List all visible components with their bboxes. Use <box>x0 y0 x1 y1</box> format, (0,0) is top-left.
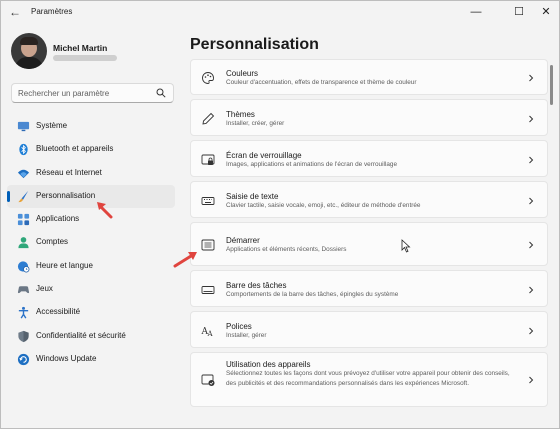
device-usage-icon <box>201 374 215 386</box>
sidebar-item-reseau[interactable]: Réseau et Internet <box>7 162 175 185</box>
sidebar-item-comptes[interactable]: Comptes <box>7 231 175 254</box>
card-description: Couleur d'accentuation, effets de transp… <box>226 79 417 86</box>
chevron-right-icon <box>529 286 534 294</box>
bluetooth-icon <box>19 144 28 156</box>
card-description: Sélectionnez toutes les façons dont vous… <box>226 370 510 387</box>
setting-card-utilisation-appareils[interactable]: Utilisation des appareils Sélectionnez t… <box>190 352 548 407</box>
page-title: Personnalisation <box>190 36 319 53</box>
apps-icon <box>17 214 30 226</box>
card-title: Polices <box>226 322 252 331</box>
setting-card-barre-taches[interactable]: Barre des tâches Comportements de la bar… <box>190 270 548 307</box>
avatar <box>11 33 47 69</box>
chevron-right-icon <box>529 241 534 249</box>
monitor-icon <box>17 121 30 132</box>
update-icon <box>17 353 30 366</box>
sidebar-item-personnalisation[interactable]: Personnalisation <box>7 184 175 209</box>
close-icon[interactable]: ✕ <box>531 3 559 21</box>
card-description: Images, applications et animations de l'… <box>226 161 398 168</box>
chevron-right-icon <box>529 115 534 123</box>
chevron-right-icon <box>529 197 534 205</box>
search-box[interactable] <box>11 83 174 103</box>
sidebar-item-label: Accessibilité <box>36 307 81 317</box>
setting-card-ecran-verrouillage[interactable]: Écran de verrouillage Images, applicatio… <box>190 140 548 177</box>
user-name: Michel Martin <box>53 43 108 53</box>
sidebar-item-accessibilite[interactable]: Accessibilité <box>7 301 175 324</box>
card-title: Saisie de texte <box>226 192 279 201</box>
mouse-cursor-icon <box>401 239 411 253</box>
minimize-icon[interactable]: — <box>461 3 491 21</box>
setting-card-demarrer[interactable]: Démarrer Applications et éléments récent… <box>190 222 548 266</box>
sidebar-item-applications[interactable]: Applications <box>7 208 175 231</box>
sidebar-item-jeux[interactable]: Jeux <box>7 278 175 301</box>
back-arrow-icon[interactable]: ← <box>8 5 22 19</box>
shield-icon <box>18 330 29 342</box>
sidebar-item-label: Comptes <box>36 237 69 247</box>
title-bar: ← Paramètres — ☐ ✕ <box>1 1 559 23</box>
palette-icon <box>202 72 214 84</box>
svg-text:A: A <box>207 330 214 338</box>
user-email-redacted <box>53 55 117 61</box>
gamepad-icon <box>17 286 30 294</box>
setting-card-themes[interactable]: Thèmes Installer, créer, gérer <box>190 99 548 136</box>
sidebar-item-label: Applications <box>36 214 80 224</box>
chevron-right-icon <box>529 376 534 384</box>
taskbar-icon <box>201 286 215 294</box>
keyboard-icon <box>201 197 215 205</box>
maximize-icon[interactable]: ☐ <box>504 3 534 21</box>
annotation-arrow-icon <box>173 252 197 268</box>
settings-window: ← Paramètres — ☐ ✕ Michel Martin Système <box>0 0 560 429</box>
app-title: Paramètres <box>31 7 73 16</box>
user-profile[interactable]: Michel Martin <box>11 33 181 73</box>
globe-clock-icon <box>17 261 30 273</box>
sidebar-nav: Système Bluetooth et appareils Réseau et… <box>7 115 175 371</box>
wifi-icon <box>17 169 30 178</box>
chevron-right-icon <box>529 327 534 335</box>
sidebar-item-label: Confidentialité et sécurité <box>36 330 126 340</box>
sidebar-item-bluetooth[interactable]: Bluetooth et appareils <box>7 138 175 161</box>
person-icon <box>18 237 29 249</box>
card-description: Installer, gérer <box>226 332 267 339</box>
sidebar-item-label: Heure et langue <box>36 260 93 270</box>
settings-list: Couleurs Couleur d'accentuation, effets … <box>190 59 548 409</box>
card-title: Couleurs <box>226 69 259 78</box>
card-title: Barre des tâches <box>226 281 287 290</box>
search-input[interactable] <box>18 87 153 100</box>
card-title: Utilisation des appareils <box>226 360 311 369</box>
sidebar-item-label: Jeux <box>36 284 53 294</box>
sidebar-item-label: Système <box>36 121 68 130</box>
setting-card-saisie-texte[interactable]: Saisie de texte Clavier tactile, saisie … <box>190 181 548 218</box>
chevron-right-icon <box>529 156 534 164</box>
fonts-icon: A A <box>201 327 214 338</box>
card-title: Démarrer <box>226 236 260 245</box>
accessibility-icon <box>18 307 29 319</box>
card-description: Comportements de la barre des tâches, ép… <box>226 291 399 298</box>
selection-indicator <box>7 190 10 202</box>
sidebar-item-heure-langue[interactable]: Heure et langue <box>7 255 175 278</box>
sidebar-item-label: Réseau et Internet <box>36 167 102 177</box>
chevron-right-icon <box>529 74 534 82</box>
sidebar-item-label: Bluetooth et appareils <box>36 144 114 154</box>
sidebar-item-label: Windows Update <box>36 353 97 363</box>
card-description: Clavier tactile, saisie vocale, emoji, e… <box>226 202 421 209</box>
lock-screen-icon <box>201 154 215 165</box>
search-icon[interactable] <box>156 88 166 98</box>
sidebar-item-windows-update[interactable]: Windows Update <box>7 348 175 371</box>
setting-card-couleurs[interactable]: Couleurs Couleur d'accentuation, effets … <box>190 59 548 95</box>
pen-icon <box>202 112 215 125</box>
card-title: Thèmes <box>226 110 255 119</box>
setting-card-polices[interactable]: A A Polices Installer, gérer <box>190 311 548 348</box>
card-description: Applications et éléments récents, Dossie… <box>226 246 347 253</box>
sidebar-item-systeme[interactable]: Système <box>7 115 175 138</box>
sidebar-item-confidentialite[interactable]: Confidentialité et sécurité <box>7 325 175 348</box>
card-title: Écran de verrouillage <box>226 151 302 160</box>
brush-icon <box>18 190 29 203</box>
sidebar-item-label: Personnalisation <box>36 190 96 200</box>
card-description: Installer, créer, gérer <box>226 120 285 127</box>
annotation-arrow-icon <box>97 202 113 219</box>
scrollbar[interactable] <box>550 65 553 105</box>
